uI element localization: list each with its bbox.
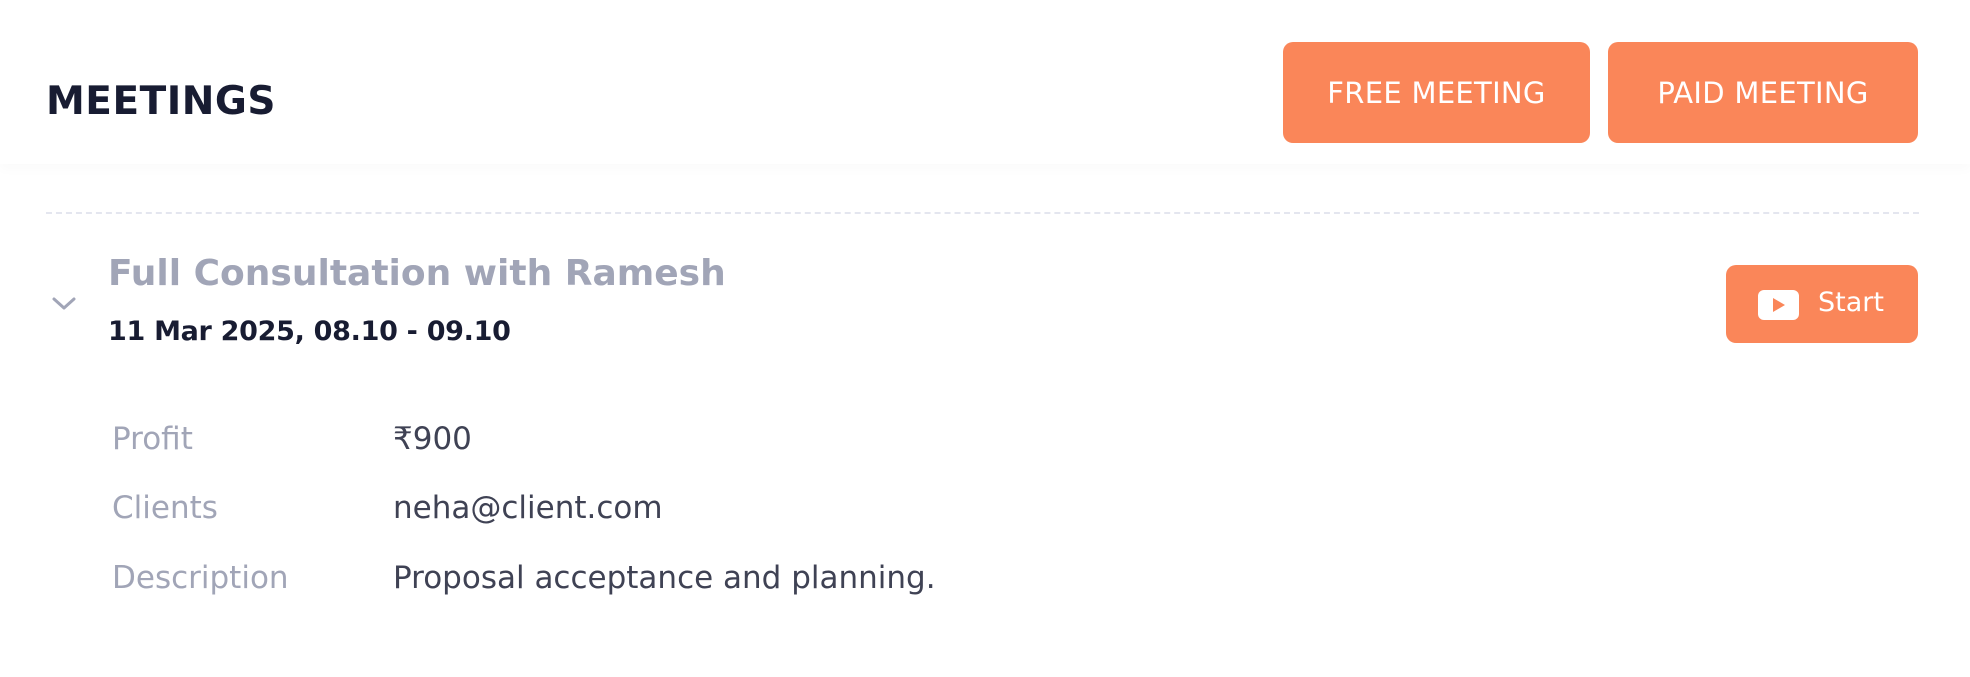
chevron-down-icon[interactable] (48, 288, 80, 320)
meetings-page: MEETINGS FREE MEETING PAID MEETING Full … (0, 0, 1970, 677)
profit-label: Profit (112, 421, 193, 457)
section-divider (46, 212, 1919, 214)
free-meeting-button[interactable]: FREE MEETING (1283, 42, 1590, 143)
start-meeting-button[interactable]: Start (1726, 265, 1918, 343)
page-title: MEETINGS (46, 79, 276, 124)
clients-label: Clients (112, 490, 218, 526)
description-value: Proposal acceptance and planning. (393, 560, 936, 596)
profit-value: ₹900 (393, 421, 472, 457)
play-video-icon (1758, 290, 1799, 320)
meeting-datetime: 11 Mar 2025, 08.10 - 09.10 (108, 316, 511, 347)
clients-value: neha@client.com (393, 490, 663, 526)
meeting-title: Full Consultation with Ramesh (108, 253, 726, 294)
page-header: MEETINGS FREE MEETING PAID MEETING (0, 0, 1970, 164)
paid-meeting-button[interactable]: PAID MEETING (1608, 42, 1918, 143)
description-label: Description (112, 560, 289, 596)
start-button-label: Start (1818, 287, 1884, 318)
